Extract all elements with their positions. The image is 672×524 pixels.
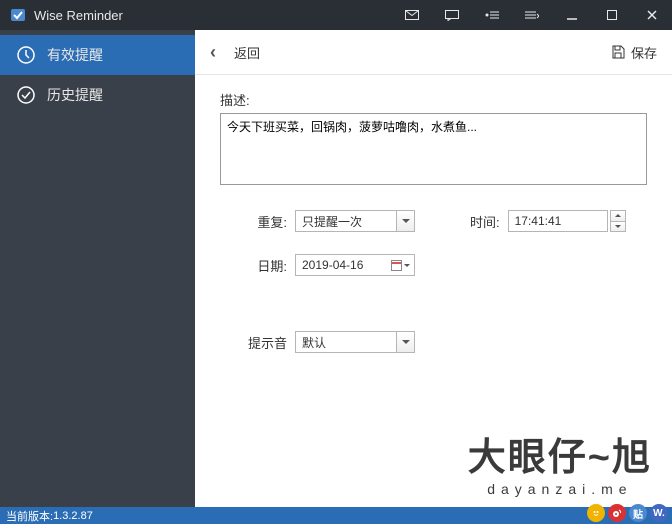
back-chevron-icon[interactable]: ‹ [210, 42, 216, 63]
save-icon [611, 45, 625, 59]
clock-icon [15, 44, 37, 66]
date-label: 日期: [220, 256, 295, 275]
check-circle-icon [15, 84, 37, 106]
date-picker-button[interactable] [386, 255, 414, 275]
sound-select[interactable]: 默认 [295, 331, 415, 353]
settings-icon[interactable] [472, 0, 512, 30]
tray-icon-tieba[interactable]: 贴 [629, 504, 647, 522]
watermark: 大眼仔~旭 dayanzai.me [468, 426, 652, 497]
tray-icon-weibo[interactable] [608, 504, 626, 522]
date-value: 2019-04-16 [296, 258, 386, 272]
version-label: 当前版本: [6, 508, 53, 524]
watermark-main: 大眼仔~旭 [468, 426, 652, 481]
form-area: 描述: 重复: 只提醒一次 时间: 17:41:41 日期 [195, 75, 672, 368]
save-label: 保存 [631, 43, 657, 62]
toolbar: ‹ 返回 保存 [195, 30, 672, 75]
close-button[interactable] [632, 0, 672, 30]
chevron-down-icon[interactable] [396, 332, 414, 352]
repeat-label: 重复: [220, 212, 295, 231]
mail-icon[interactable] [392, 0, 432, 30]
repeat-value: 只提醒一次 [296, 213, 396, 230]
statusbar: 当前版本:1.3.2.87 贴 W. [0, 507, 672, 524]
sidebar-item-label: 历史提醒 [47, 85, 103, 105]
chevron-down-icon[interactable] [396, 211, 414, 231]
sound-label: 提示音 [220, 333, 295, 352]
tray-icons: 贴 W. [587, 504, 668, 522]
time-spinner [610, 210, 626, 232]
sidebar-item-active-reminders[interactable]: 有效提醒 [0, 35, 195, 75]
tray-icon-a[interactable] [587, 504, 605, 522]
sidebar-item-label: 有效提醒 [47, 45, 103, 65]
chevron-down-icon [404, 264, 410, 267]
calendar-icon [391, 260, 402, 271]
description-input[interactable] [220, 113, 647, 185]
watermark-sub: dayanzai.me [468, 481, 652, 497]
date-input[interactable]: 2019-04-16 [295, 254, 415, 276]
minimize-button[interactable] [552, 0, 592, 30]
sidebar: 有效提醒 历史提醒 [0, 30, 195, 507]
sidebar-item-history-reminders[interactable]: 历史提醒 [0, 75, 195, 115]
save-button[interactable]: 保存 [611, 43, 657, 62]
sound-value: 默认 [296, 334, 396, 351]
time-input[interactable]: 17:41:41 [508, 210, 608, 232]
maximize-button[interactable] [592, 0, 632, 30]
app-icon [10, 7, 26, 23]
menu-icon[interactable] [512, 0, 552, 30]
titlebar: Wise Reminder [0, 0, 672, 30]
tray-icon-w[interactable]: W. [650, 504, 668, 522]
app-title: Wise Reminder [34, 8, 123, 23]
version-value: 1.3.2.87 [53, 510, 93, 522]
time-label: 时间: [470, 212, 500, 231]
spinner-up-icon[interactable] [611, 211, 625, 221]
spinner-down-icon[interactable] [611, 221, 625, 232]
feedback-icon[interactable] [432, 0, 472, 30]
main-panel: ‹ 返回 保存 描述: 重复: 只提醒一次 时间: 17:41:41 [195, 30, 672, 507]
repeat-select[interactable]: 只提醒一次 [295, 210, 415, 232]
back-label[interactable]: 返回 [234, 43, 260, 62]
description-label: 描述: [220, 90, 647, 109]
